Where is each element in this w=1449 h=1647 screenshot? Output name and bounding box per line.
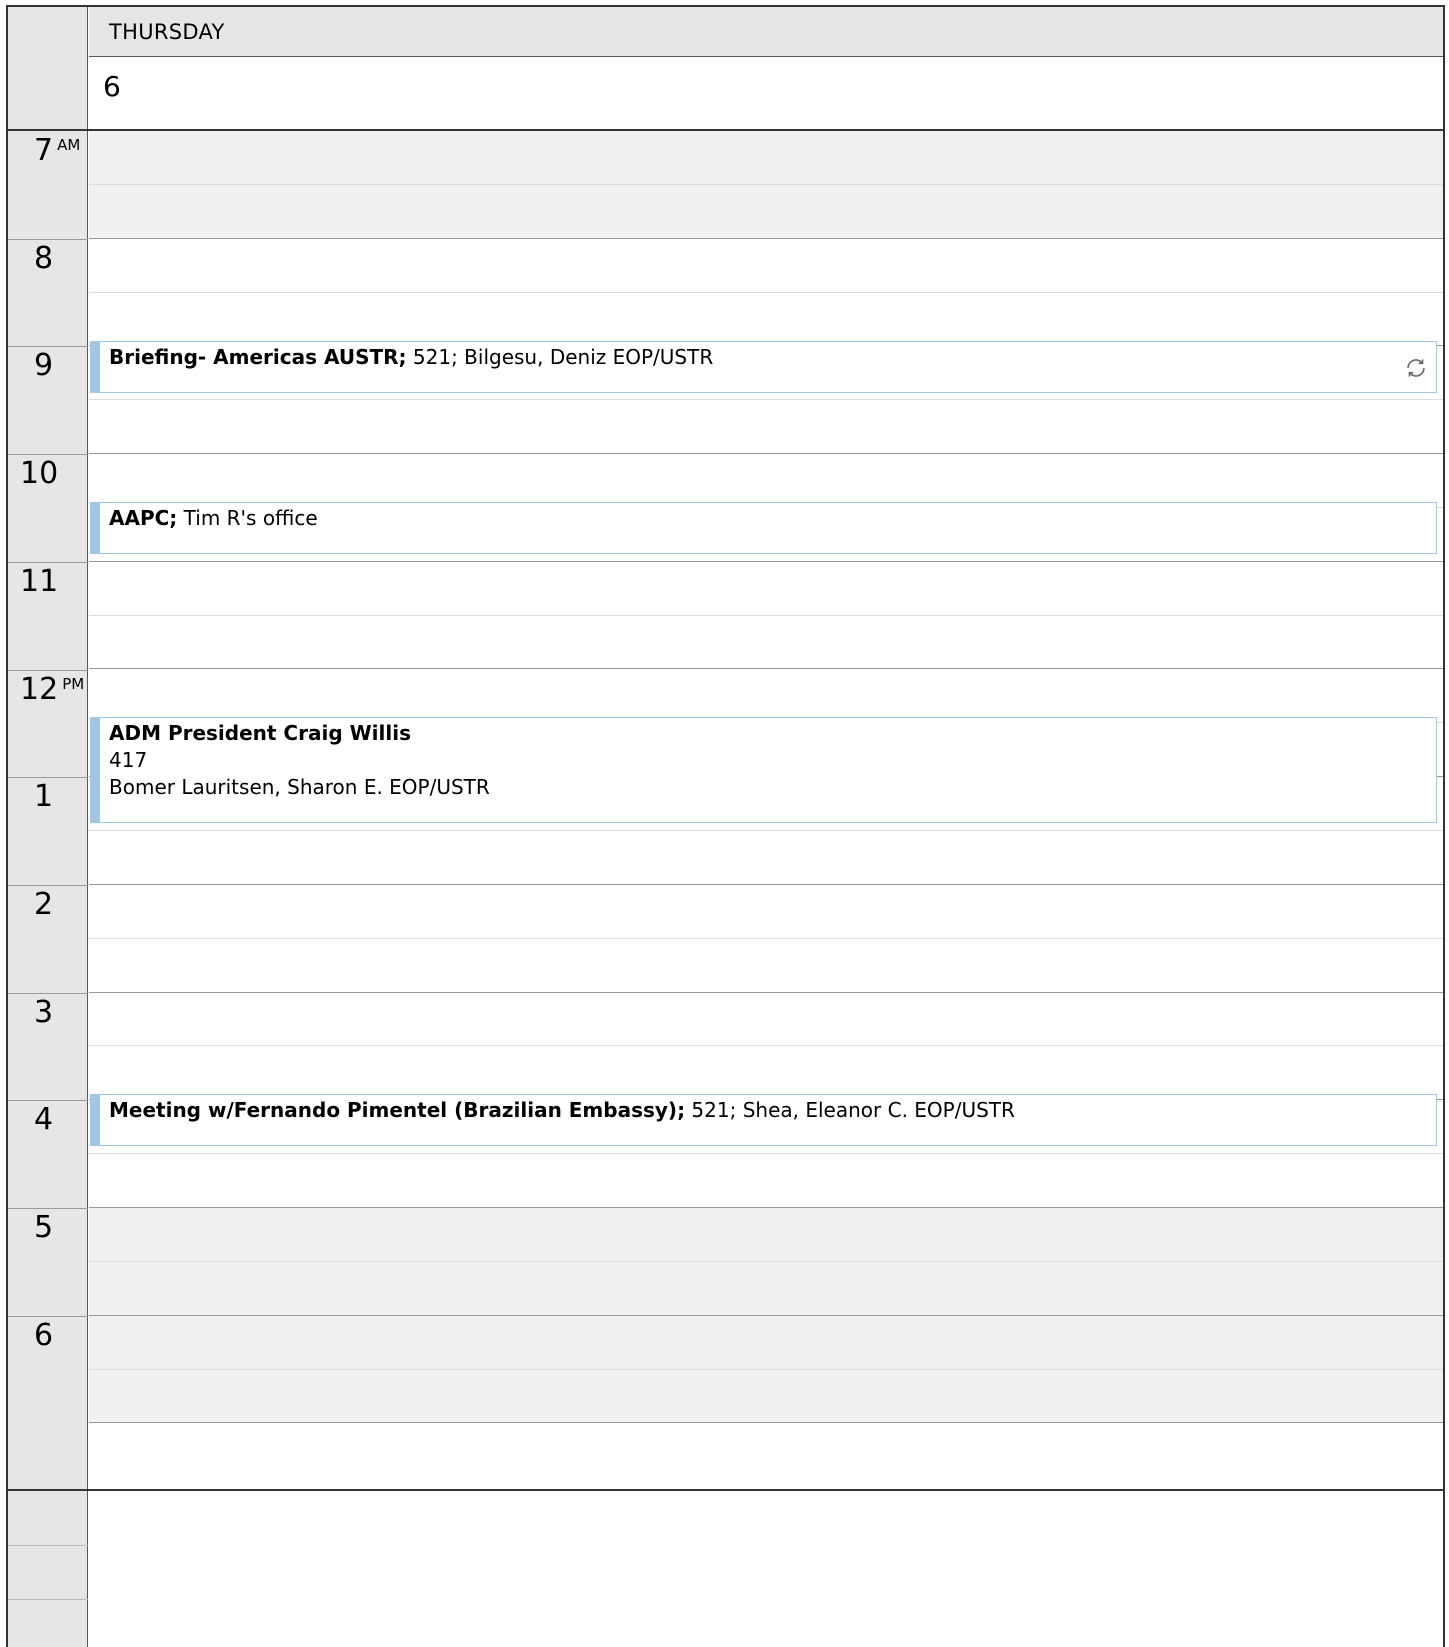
hour-label: 3 <box>8 995 88 1031</box>
time-slot[interactable] <box>89 131 1443 185</box>
hour-label: 6 <box>8 1318 88 1354</box>
extra-slot[interactable] <box>89 1491 1443 1547</box>
hour-number: 3 <box>34 994 54 1030</box>
time-slot[interactable] <box>89 831 1443 885</box>
time-slot[interactable] <box>89 1154 1443 1208</box>
day-view-calendar: THURSDAY 6 7 AM 8 9 10 11 12 PM 1 2 3 4 5 6 Briefing-… <box>6 5 1445 1647</box>
time-slot[interactable] <box>89 1315 1443 1370</box>
time-slot[interactable] <box>89 454 1443 508</box>
hour-label: 11 <box>8 564 88 600</box>
hour-number: 4 <box>34 1102 54 1138</box>
time-slot[interactable] <box>89 562 1443 616</box>
hour-label: 1 <box>8 779 88 815</box>
extra-slot[interactable] <box>89 1599 1443 1647</box>
hour-divider <box>8 238 88 240</box>
hour-number: 10 <box>20 456 59 492</box>
time-slot[interactable] <box>89 1046 1443 1101</box>
time-slot[interactable] <box>89 184 1443 239</box>
hour-number: 1 <box>34 779 54 815</box>
hour-divider <box>8 1100 88 1102</box>
time-slot[interactable] <box>89 670 1443 724</box>
hour-number: 6 <box>34 1317 54 1353</box>
time-slot[interactable] <box>89 1261 1443 1316</box>
time-slot[interactable] <box>89 885 1443 939</box>
hour-number: 12 <box>20 671 59 707</box>
time-slot[interactable] <box>89 239 1443 293</box>
hour-divider <box>8 1315 88 1317</box>
hour-number: 7 <box>34 133 54 168</box>
hour-divider <box>8 1208 88 1209</box>
event-details: Tim R's office <box>177 506 318 530</box>
hour-divider <box>8 992 88 994</box>
event-title: AAPC; <box>109 506 178 530</box>
hour-divider <box>8 561 88 563</box>
day-name-header[interactable]: THURSDAY <box>89 7 1443 57</box>
event-title: Meeting w/Fernando Pimentel (Brazilian E… <box>109 1098 686 1122</box>
hour-number: 8 <box>34 240 54 276</box>
calendar-event[interactable]: Briefing- Americas AUSTR; 521; Bilgesu, … <box>90 341 1437 393</box>
event-organizer: Bomer Lauritsen, Sharon E. EOP/USTR <box>109 775 490 799</box>
gutter-divider <box>8 1599 88 1600</box>
time-slot[interactable] <box>89 293 1443 347</box>
hour-label: 10 <box>8 456 88 492</box>
hour-label: 4 <box>8 1102 88 1138</box>
time-slot[interactable] <box>89 400 1443 455</box>
hour-label: 7 AM <box>8 133 88 169</box>
time-slot[interactable] <box>89 1369 1443 1424</box>
hour-divider <box>8 346 88 348</box>
hour-label: 9 <box>8 348 88 384</box>
time-slot[interactable] <box>89 616 1443 670</box>
gutter-divider <box>8 1545 88 1546</box>
calendar-event[interactable]: ADM President Craig Willis 417 Bomer Lau… <box>90 717 1437 823</box>
date-header[interactable]: 6 <box>89 57 1443 130</box>
calendar-event[interactable]: AAPC; Tim R's office <box>90 502 1437 554</box>
meridiem-label: AM <box>57 136 81 154</box>
event-details: 521; Bilgesu, Deniz EOP/USTR <box>406 345 714 369</box>
hour-divider <box>8 777 88 779</box>
event-title: Briefing- Americas AUSTR; <box>109 345 407 369</box>
time-slot[interactable] <box>89 1208 1443 1262</box>
hour-divider <box>8 669 88 671</box>
event-location: 417 <box>109 748 148 772</box>
meridiem-label: PM <box>62 674 85 693</box>
hour-divider <box>8 454 88 456</box>
hour-label: 5 <box>8 1210 88 1246</box>
time-slot[interactable] <box>89 939 1443 993</box>
hour-number: 9 <box>34 348 54 384</box>
time-slot[interactable] <box>89 993 1443 1047</box>
extra-slot[interactable] <box>89 1545 1443 1601</box>
hour-number: 2 <box>34 886 54 922</box>
hour-number: 5 <box>34 1210 54 1245</box>
hour-label: 8 <box>8 241 88 277</box>
calendar-event[interactable]: Meeting w/Fernando Pimentel (Brazilian E… <box>90 1094 1437 1146</box>
hour-label: 2 <box>8 887 88 923</box>
event-title: ADM President Craig Willis <box>109 721 411 745</box>
hour-label: 12 PM <box>8 672 88 708</box>
hour-number: 11 <box>20 563 59 599</box>
recurring-icon <box>1407 359 1425 377</box>
event-details: 521; Shea, Eleanor C. EOP/USTR <box>685 1098 1015 1122</box>
hour-divider <box>8 884 88 886</box>
